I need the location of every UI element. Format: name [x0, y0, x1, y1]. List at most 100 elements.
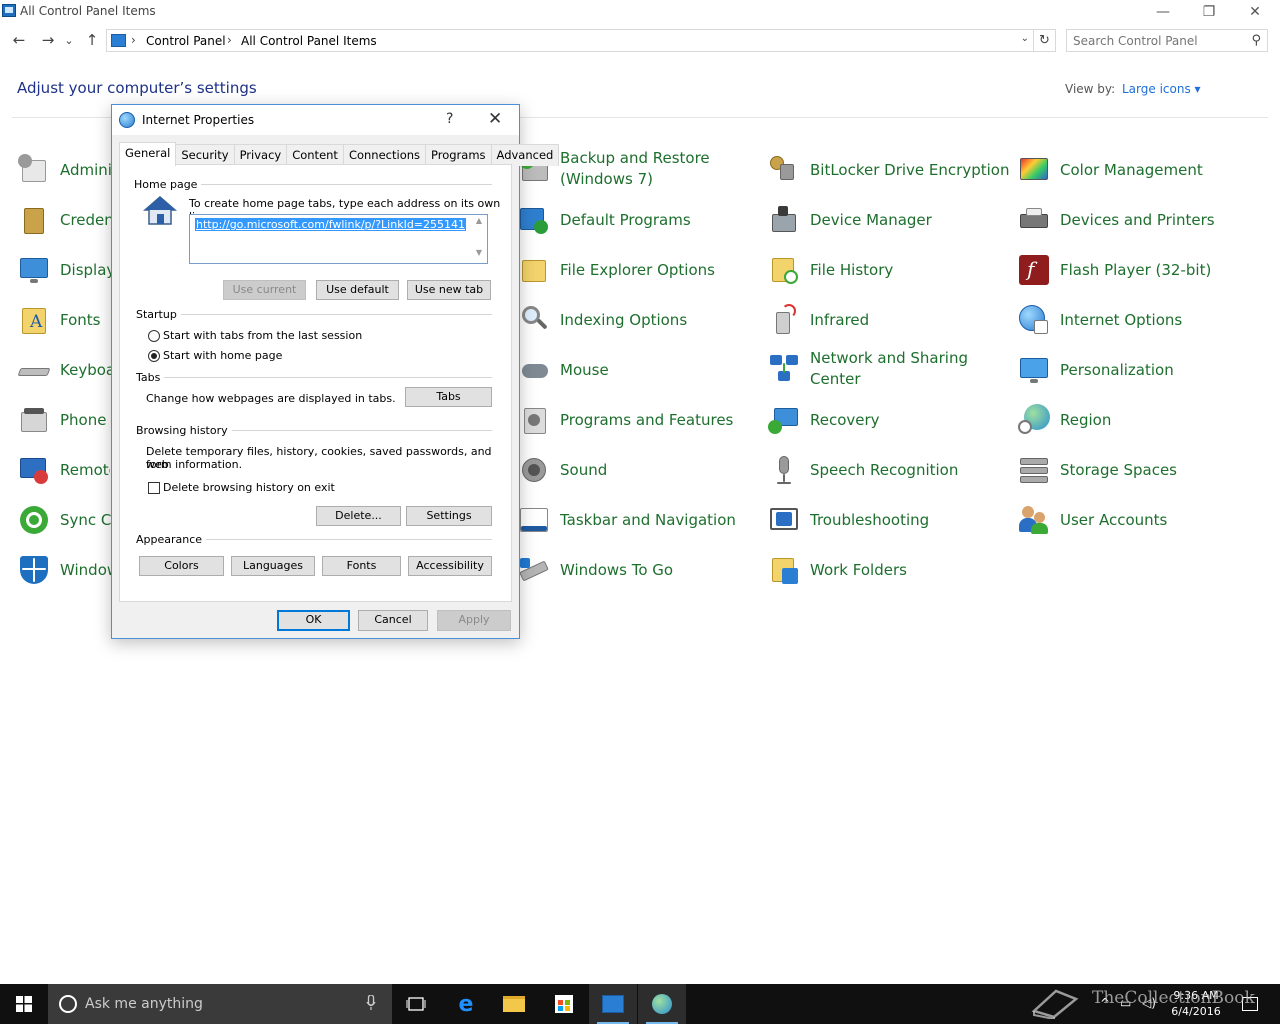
cp-item-windows-to-go[interactable]: Windows To Go: [518, 550, 673, 590]
file-explorer-taskbar-button[interactable]: [490, 984, 538, 1024]
back-button[interactable]: ←: [8, 29, 30, 51]
cp-item-flash-player[interactable]: f Flash Player (32-bit): [1018, 250, 1211, 290]
colors-button[interactable]: Colors: [139, 556, 224, 576]
dialog-close-button[interactable]: ✕: [488, 109, 502, 129]
use-new-tab-button[interactable]: Use new tab: [407, 280, 491, 300]
url-scrollbar[interactable]: ▲ ▼: [472, 216, 486, 262]
recent-locations-button[interactable]: ⌄: [62, 29, 76, 51]
breadcrumb-control-panel[interactable]: Control Panel: [146, 34, 226, 48]
languages-button[interactable]: Languages: [231, 556, 315, 576]
search-input[interactable]: [1073, 31, 1243, 51]
tab-general[interactable]: General: [119, 142, 177, 166]
internet-options-taskbar-button[interactable]: [638, 984, 686, 1024]
search-icon[interactable]: ⚲: [1251, 33, 1261, 48]
cortana-search-placeholder[interactable]: Ask me anything: [85, 996, 203, 1012]
file-history-icon: [768, 254, 800, 286]
task-view-button[interactable]: [392, 984, 440, 1024]
chevron-down-icon[interactable]: ⌄: [1021, 33, 1029, 44]
delete-history-button[interactable]: Delete...: [316, 506, 401, 526]
ok-button[interactable]: OK: [277, 610, 350, 631]
tab-content[interactable]: Content: [286, 144, 344, 166]
cp-item-region[interactable]: Region: [1018, 400, 1111, 440]
cp-item-file-history[interactable]: File History: [768, 250, 893, 290]
cp-item-personalization[interactable]: Personalization: [1018, 350, 1174, 390]
tabs-settings-button[interactable]: Tabs: [405, 387, 492, 407]
work-folders-icon: [768, 554, 800, 586]
home-page-url[interactable]: http://go.microsoft.com/fwlink/p/?LinkId…: [195, 218, 467, 231]
cp-item-indexing-options[interactable]: Indexing Options: [518, 300, 687, 340]
view-by-dropdown[interactable]: Large icons ▾: [1122, 82, 1201, 96]
cp-item-windows-defender[interactable]: Window: [18, 550, 119, 590]
accessibility-button[interactable]: Accessibility: [408, 556, 492, 576]
cp-item-sync-center[interactable]: Sync C: [18, 500, 111, 540]
tab-privacy[interactable]: Privacy: [233, 144, 288, 166]
search-box[interactable]: ⚲: [1066, 29, 1268, 52]
up-button[interactable]: ↑: [81, 29, 103, 51]
microphone-icon[interactable]: [366, 994, 376, 1015]
cp-item-storage-spaces[interactable]: Storage Spaces: [1018, 450, 1177, 490]
speaker-icon: [518, 454, 550, 486]
scroll-down-icon[interactable]: ▼: [472, 248, 486, 262]
cp-item-recovery[interactable]: Recovery: [768, 400, 880, 440]
cp-item-mouse[interactable]: Mouse: [518, 350, 609, 390]
tab-connections[interactable]: Connections: [342, 144, 427, 166]
cp-item-speech-recognition[interactable]: Speech Recognition: [768, 450, 958, 490]
use-current-button[interactable]: Use current: [223, 280, 306, 300]
refresh-button[interactable]: ↻: [1034, 29, 1056, 52]
cp-item-programs-and-features[interactable]: Programs and Features: [518, 400, 733, 440]
radio-last-session[interactable]: [148, 330, 160, 342]
cp-item-sound[interactable]: Sound: [518, 450, 607, 490]
edge-taskbar-button[interactable]: e: [442, 984, 490, 1024]
cp-item-internet-options[interactable]: Internet Options: [1018, 300, 1182, 340]
mouse-icon: [518, 354, 550, 386]
tab-advanced[interactable]: Advanced: [490, 144, 560, 166]
radio-home-page-label[interactable]: Start with home page: [163, 349, 282, 362]
cp-item-keyboard[interactable]: Keyboa: [17, 350, 115, 390]
start-button[interactable]: [0, 984, 48, 1024]
cp-item-device-manager[interactable]: Device Manager: [768, 200, 932, 240]
store-taskbar-button[interactable]: [540, 984, 588, 1024]
cp-item-troubleshooting[interactable]: Troubleshooting: [768, 500, 929, 540]
control-panel-taskbar-button[interactable]: [589, 984, 637, 1024]
restore-button[interactable]: ❐: [1186, 0, 1232, 24]
cp-item-color-management[interactable]: Color Management: [1018, 150, 1203, 190]
cp-item-work-folders[interactable]: Work Folders: [768, 550, 907, 590]
cp-item-devices-and-printers[interactable]: Devices and Printers: [1018, 200, 1215, 240]
tab-programs[interactable]: Programs: [425, 144, 492, 166]
apply-button[interactable]: Apply: [437, 610, 511, 631]
help-button[interactable]: ?: [446, 111, 453, 127]
delete-on-exit-label[interactable]: Delete browsing history on exit: [163, 481, 335, 494]
cp-item-file-explorer-options[interactable]: File Explorer Options: [518, 250, 715, 290]
history-settings-button[interactable]: Settings: [406, 506, 492, 526]
scroll-up-icon[interactable]: ▲: [472, 216, 486, 230]
close-button[interactable]: ✕: [1232, 0, 1278, 24]
tab-security[interactable]: Security: [175, 144, 235, 166]
fonts-button[interactable]: Fonts: [322, 556, 401, 576]
radio-last-session-label[interactable]: Start with tabs from the last session: [163, 329, 362, 342]
cancel-button[interactable]: Cancel: [358, 610, 428, 631]
cp-item-bitlocker[interactable]: BitLocker Drive Encryption: [768, 150, 1009, 190]
home-page-url-field[interactable]: http://go.microsoft.com/fwlink/p/?LinkId…: [189, 214, 488, 264]
indexing-icon: [518, 304, 550, 336]
forward-button[interactable]: →: [37, 29, 59, 51]
cp-item-fonts[interactable]: A Fonts: [18, 300, 100, 340]
minimize-button[interactable]: —: [1140, 0, 1186, 24]
cp-item-infrared[interactable]: Infrared: [768, 300, 869, 340]
breadcrumb-all-items[interactable]: All Control Panel Items: [241, 34, 377, 48]
cp-item-default-programs[interactable]: Default Programs: [518, 200, 691, 240]
cortana-search-box[interactable]: Ask me anything: [48, 984, 392, 1024]
cp-item-credential-manager[interactable]: Creden: [18, 200, 114, 240]
breadcrumb-separator[interactable]: ›: [131, 33, 136, 47]
delete-on-exit-checkbox[interactable]: [148, 482, 160, 494]
cp-item-remoteapp[interactable]: Remote Connec: [18, 450, 110, 490]
use-default-button[interactable]: Use default: [316, 280, 399, 300]
cp-item-network-and-sharing[interactable]: Network and Sharing Center: [768, 348, 980, 390]
cp-item-display[interactable]: Display: [18, 250, 115, 290]
address-bar[interactable]: › Control Panel › All Control Panel Item…: [106, 29, 1034, 52]
cp-item-administrative-tools[interactable]: Admini: [18, 150, 112, 190]
cp-item-user-accounts[interactable]: User Accounts: [1018, 500, 1167, 540]
cp-item-taskbar-and-navigation[interactable]: Taskbar and Navigation: [518, 500, 736, 540]
breadcrumb-separator[interactable]: ›: [227, 33, 232, 47]
cp-item-phone-and-modem[interactable]: Phone: [18, 400, 106, 440]
radio-home-page[interactable]: [148, 350, 160, 362]
